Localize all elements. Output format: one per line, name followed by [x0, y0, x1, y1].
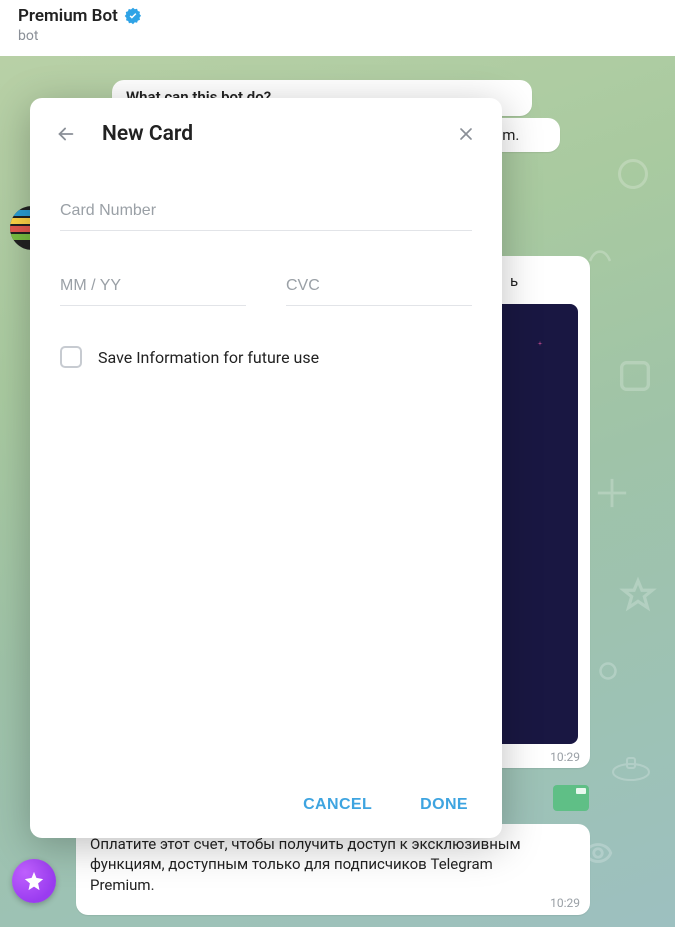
card-chip-icon — [576, 788, 586, 794]
modal-title: New Card — [102, 122, 430, 146]
message-time: 10:29 — [550, 750, 580, 764]
cvc-input[interactable] — [286, 263, 472, 306]
back-arrow-icon[interactable] — [52, 120, 80, 148]
card-number-input[interactable] — [60, 188, 472, 231]
new-card-modal: New Card Save Information for future use… — [30, 98, 502, 838]
doodle-icon — [593, 656, 623, 690]
modal-header: New Card — [30, 98, 502, 158]
done-button[interactable]: DONE — [420, 796, 468, 814]
expiry-input[interactable] — [60, 263, 246, 306]
save-info-label[interactable]: Save Information for future use — [98, 348, 319, 367]
doodle-icon — [619, 576, 657, 618]
sparkle-icon — [536, 334, 548, 346]
close-icon[interactable] — [452, 120, 480, 148]
doodle-icon — [611, 756, 651, 786]
cancel-button[interactable]: CANCEL — [303, 796, 372, 814]
pay-card-button[interactable] — [553, 785, 589, 811]
doodle-icon — [595, 476, 629, 514]
save-info-checkbox[interactable] — [60, 346, 82, 368]
invoice-description-text: Оплатите этот счет, чтобы получить досту… — [90, 835, 521, 894]
modal-body: Save Information for future use — [30, 158, 502, 778]
doodle-icon — [615, 156, 651, 196]
invoice-partial-text: ь — [510, 272, 518, 290]
verified-badge-icon — [124, 7, 142, 25]
chat-header: Premium Bot bot — [0, 0, 675, 56]
star-icon — [23, 870, 45, 892]
premium-star-button[interactable] — [12, 859, 56, 903]
chat-title[interactable]: Premium Bot — [18, 6, 118, 26]
doodle-icon — [615, 356, 655, 400]
modal-footer: CANCEL DONE — [30, 778, 502, 838]
chat-subtitle: bot — [18, 28, 657, 44]
message-time: 10:29 — [550, 895, 580, 911]
